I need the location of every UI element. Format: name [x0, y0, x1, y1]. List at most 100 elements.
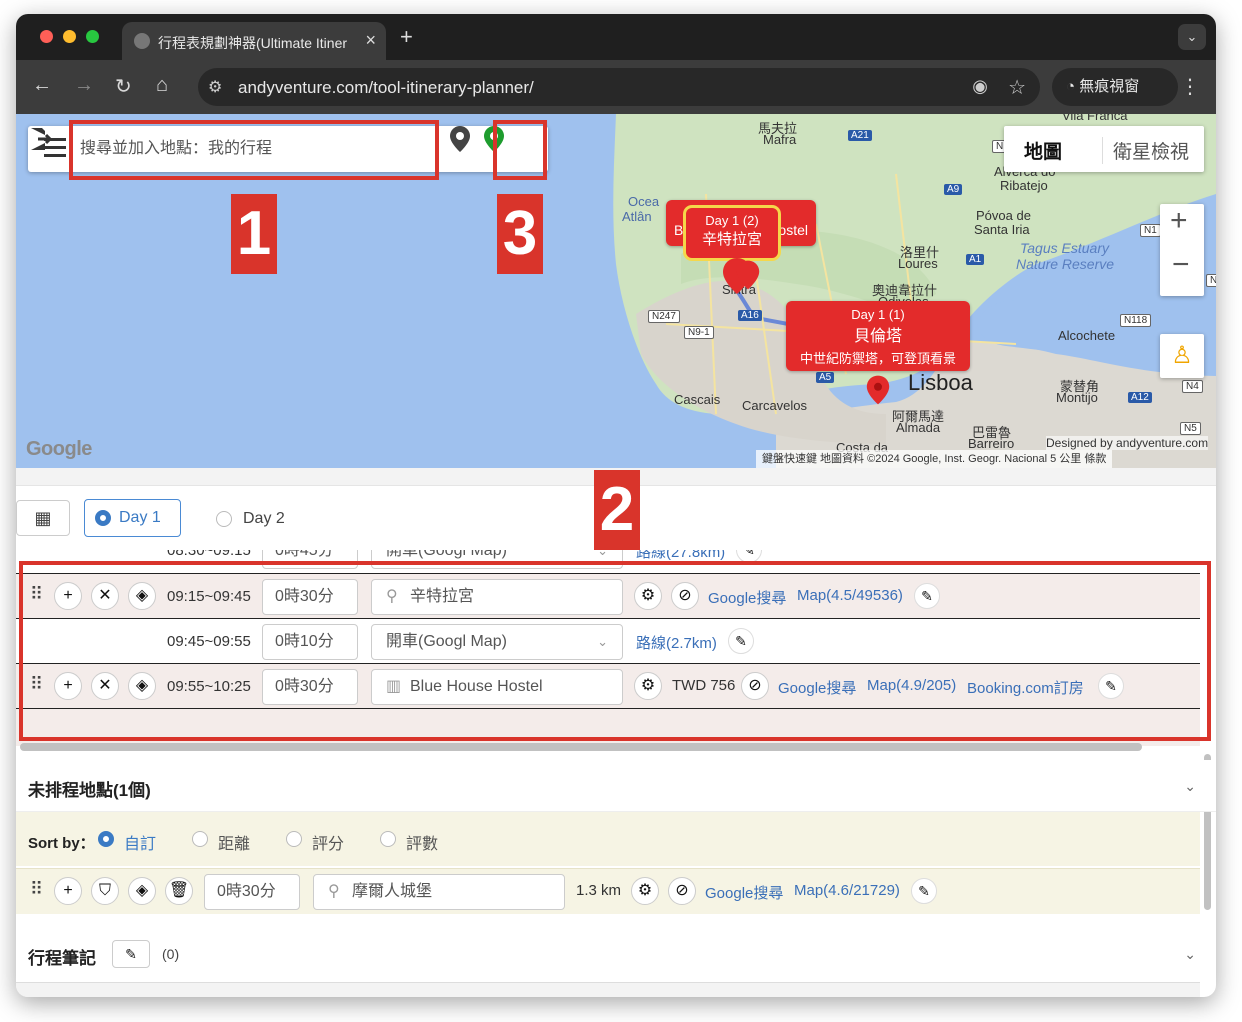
url-text[interactable]: andyventure.com/tool-itinerary-planner/: [238, 78, 534, 98]
edit-icon[interactable]: ✎: [911, 878, 937, 904]
active-tab[interactable]: 行程表規劃神器(Ultimate Itiner ×: [122, 22, 386, 60]
place-input[interactable]: ⚲ 摩爾人城堡: [313, 874, 565, 910]
day2-label: Day 2: [243, 510, 285, 527]
annotation-label-1: 1: [231, 194, 277, 274]
address-bar[interactable]: ⚙ andyventure.com/tool-itinerary-planner…: [198, 68, 1040, 106]
home-icon[interactable]: ⌂: [156, 74, 168, 97]
tab-search-chevron-icon[interactable]: ⌄: [1178, 24, 1206, 50]
map-label: Nature Reserve: [1016, 256, 1115, 272]
export-icon[interactable]: [28, 126, 54, 152]
google-logo: Google: [26, 438, 92, 460]
map-label: Ribatejo: [1000, 178, 1048, 193]
duration-input[interactable]: 0時30分: [204, 874, 300, 910]
sort-option-custom[interactable]: 自訂: [98, 830, 156, 854]
map-label: Ocea: [628, 194, 660, 209]
annotation-box-1: [69, 120, 439, 180]
map-attribution[interactable]: 鍵盤快速鍵 地圖資料 ©2024 Google, Inst. Geogr. Na…: [756, 450, 1113, 468]
map-view[interactable]: 馬夫拉 Mafra Ocea Atlân 洛里什 Loures 奧迪韋拉什 Od…: [16, 114, 1216, 468]
sort-radio[interactable]: [192, 831, 208, 847]
day2-radio[interactable]: [216, 511, 232, 527]
map-label: Montijo: [1056, 390, 1098, 405]
map-label: Atlân: [622, 209, 652, 224]
back-arrow-icon[interactable]: ←: [32, 74, 52, 97]
browser-menu-icon[interactable]: ⋮: [1180, 74, 1200, 99]
calendar-icon[interactable]: ▦: [16, 500, 70, 536]
hostel-bubble-left-text: Bl: [674, 222, 687, 238]
map-marker-icon[interactable]: [736, 260, 760, 290]
sort-option-reviews[interactable]: 評數: [380, 830, 438, 854]
sort-bar: Sort by： 自訂 距離 評分 評數: [16, 812, 1200, 866]
sort-radio[interactable]: [380, 831, 396, 847]
belem-tower-marker-bubble[interactable]: Day 1 (1) 貝倫塔 中世紀防禦塔，可登頂看景: [786, 301, 970, 371]
map-label: Carcavelos: [742, 398, 808, 413]
sort-radio[interactable]: [286, 831, 302, 847]
bubble-place-name: 貝倫塔: [853, 328, 902, 345]
highway-shield: N4: [1182, 380, 1203, 393]
add-button[interactable]: +: [54, 877, 82, 905]
map-label: Mafra: [763, 132, 797, 147]
unscheduled-title: 未排程地點(1個): [28, 781, 151, 800]
notes-title: 行程筆記: [28, 949, 96, 968]
tab-close-icon[interactable]: ×: [365, 30, 376, 51]
zoom-in-button[interactable]: +: [1170, 204, 1188, 238]
annotation-label-2: 2: [594, 470, 640, 550]
gear-icon[interactable]: ⚙: [631, 877, 659, 905]
map-type-map-button[interactable]: 地圖: [1024, 137, 1062, 164]
google-search-link[interactable]: Google搜尋: [705, 882, 783, 903]
sort-option-rating[interactable]: 評分: [286, 830, 344, 854]
map-type-satellite-button[interactable]: 衛星檢視: [1102, 137, 1189, 164]
minimize-window-button[interactable]: [63, 30, 76, 43]
distance-text: 1.3 km: [576, 882, 622, 899]
highway-shield: N1: [1140, 224, 1161, 237]
highway-shield: N5: [1180, 422, 1201, 435]
sort-option-distance[interactable]: 距離: [192, 830, 250, 854]
horizontal-scrollbar[interactable]: [20, 743, 1142, 751]
trash-icon[interactable]: 🗑: [165, 877, 193, 905]
highway-shield: N9-1: [684, 326, 714, 339]
close-window-button[interactable]: [40, 30, 53, 43]
sintra-palace-marker-bubble[interactable]: Day 1 (2) 辛特拉宮: [686, 208, 778, 258]
map-label: Santa Iria: [974, 222, 1030, 237]
day1-radio[interactable]: [95, 510, 111, 526]
tab-title: 行程表規劃神器(Ultimate Itiner: [158, 35, 348, 51]
maximize-window-button[interactable]: [86, 30, 99, 43]
unscheduled-header[interactable]: 未排程地點(1個) ⌄: [16, 760, 1216, 812]
edit-notes-icon[interactable]: ✎: [112, 940, 150, 968]
bookmark-star-icon[interactable]: ☆: [1008, 75, 1026, 100]
chevron-down-icon[interactable]: ⌄: [1184, 946, 1196, 963]
zoom-out-button[interactable]: −: [1172, 248, 1190, 282]
link-icon[interactable]: ⊘: [668, 877, 696, 905]
tab-day-2[interactable]: Day 2: [216, 510, 285, 528]
reload-icon[interactable]: ↻: [115, 74, 132, 99]
tab-bar: 行程表規劃神器(Ultimate Itiner × + ⌄: [16, 14, 1216, 60]
tab-day-1[interactable]: Day 1: [84, 499, 181, 537]
eye-slash-icon[interactable]: ◉: [972, 76, 988, 97]
street-view-pegman-icon[interactable]: ♙: [1160, 334, 1204, 378]
highway-shield: A12: [1128, 392, 1152, 403]
site-info-icon[interactable]: ⚙: [208, 77, 222, 97]
map-label: Tagus Estuary: [1020, 240, 1109, 256]
new-tab-button[interactable]: +: [400, 24, 413, 50]
notes-header[interactable]: 行程筆記 ✎ (0) ⌄: [16, 926, 1216, 982]
map-pin-icon: ⚲: [328, 883, 340, 900]
drag-handle-icon[interactable]: ⠿: [30, 879, 43, 900]
bubble-day-label: Day 1 (1): [851, 307, 905, 322]
chevron-down-icon[interactable]: ⌄: [1184, 778, 1196, 795]
google-map-link[interactable]: Map(4.6/21729): [794, 882, 900, 899]
sort-radio[interactable]: [98, 831, 114, 847]
bubble-day-label: Day 1 (2): [705, 213, 759, 228]
bookmark-icon[interactable]: ⛉: [91, 877, 119, 905]
sort-option-label: 自訂: [124, 836, 157, 853]
incognito-indicator[interactable]: ◔ 無痕視窗: [1052, 68, 1178, 106]
map-label: Lisboa: [908, 370, 973, 395]
bubble-place-name: 辛特拉宮: [701, 231, 762, 248]
forward-arrow-icon[interactable]: →: [74, 74, 94, 97]
highway-shield: A16: [738, 310, 762, 321]
day-selector: ▦ Day 1 Day 2 2: [16, 470, 1216, 550]
incognito-label: 無痕視窗: [1079, 78, 1140, 95]
map-label: Loures: [898, 256, 938, 271]
map-pin-icon[interactable]: [450, 126, 470, 152]
map-marker-icon[interactable]: [866, 374, 890, 406]
locate-icon[interactable]: ◈: [128, 877, 156, 905]
unscheduled-item: ⠿ + ⛉ ◈ 🗑 0時30分 ⚲ 摩爾人城堡 1.3 km ⚙ ⊘ Google…: [16, 868, 1200, 914]
